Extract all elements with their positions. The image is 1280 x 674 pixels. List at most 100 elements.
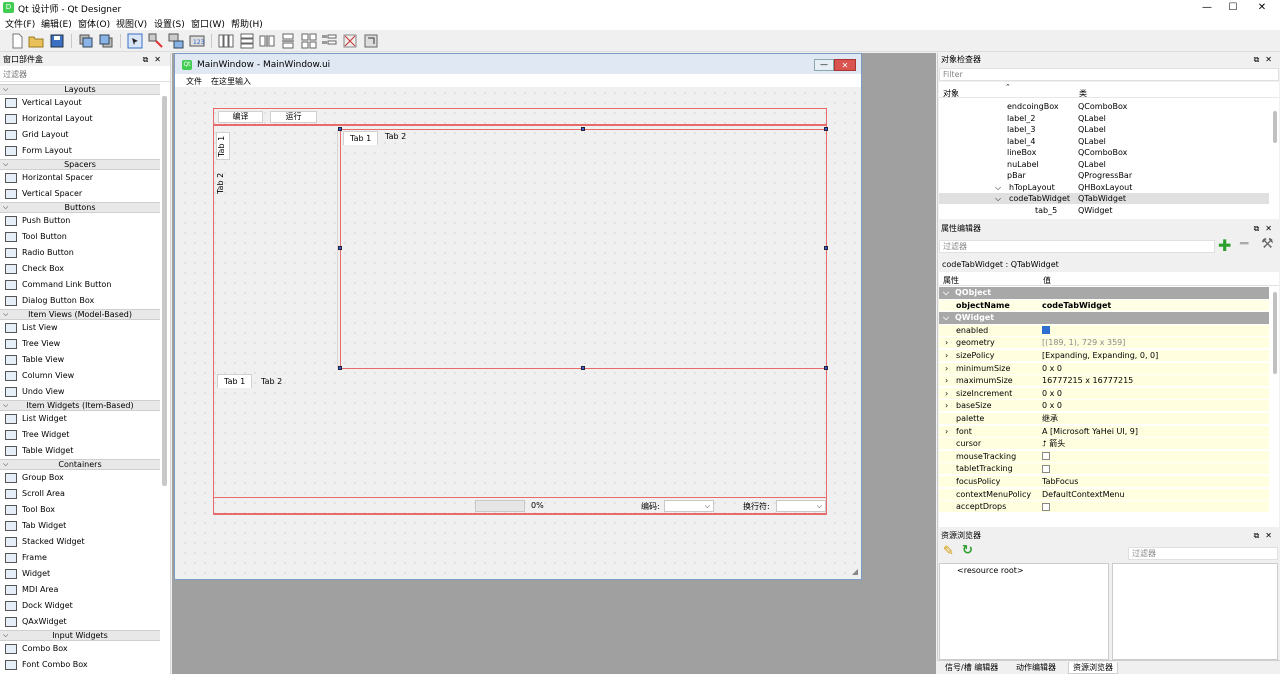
object-tree-row[interactable]: lineBox QComboBox bbox=[939, 147, 1269, 158]
code-tab-1[interactable]: Tab 1 bbox=[343, 131, 379, 145]
run-button[interactable]: 运行 bbox=[270, 111, 317, 123]
widget-item[interactable]: Combo Box bbox=[0, 641, 160, 657]
menu-form[interactable]: 窗体(O) bbox=[78, 17, 110, 30]
expand-arrow-icon[interactable]: › bbox=[945, 400, 948, 412]
property-row[interactable]: focusPolicy TabFocus bbox=[939, 476, 1269, 488]
widget-item[interactable]: Table Widget bbox=[0, 443, 160, 459]
widget-category[interactable]: ⌵ Spacers bbox=[0, 159, 160, 170]
property-value[interactable]: 0 x 0 bbox=[1042, 400, 1062, 412]
widget-item[interactable]: Dialog Button Box bbox=[0, 293, 160, 309]
property-checkbox[interactable] bbox=[1042, 452, 1050, 461]
resource-root-item[interactable]: <resource root> bbox=[957, 566, 1024, 575]
property-value[interactable]: 继承 bbox=[1042, 413, 1058, 425]
property-value[interactable]: 16777215 x 16777215 bbox=[1042, 375, 1133, 387]
object-filter-input[interactable]: Filter bbox=[939, 68, 1279, 81]
widget-item[interactable]: Undo View bbox=[0, 384, 160, 400]
dock-float-close-icons[interactable]: ⧉✕ bbox=[1254, 529, 1278, 542]
resource-filter-input[interactable]: 过滤器 bbox=[1128, 547, 1278, 560]
object-tree-row[interactable]: endcoingBox QComboBox bbox=[939, 101, 1269, 112]
object-tree-row[interactable]: label_4 QLabel bbox=[939, 136, 1269, 147]
property-row[interactable]: cursor ⮥ 箭头 bbox=[939, 438, 1269, 451]
widget-category[interactable]: ⌵ Layouts bbox=[0, 84, 160, 95]
property-row[interactable]: › minimumSize 0 x 0 bbox=[939, 362, 1269, 375]
property-value[interactable] bbox=[1042, 325, 1050, 337]
widget-box-scrollbar[interactable] bbox=[162, 96, 167, 486]
dock-float-close-icons[interactable]: ⧉✕ bbox=[143, 53, 167, 66]
property-checkbox[interactable] bbox=[1042, 326, 1050, 335]
widget-item[interactable]: Vertical Spacer bbox=[0, 186, 160, 202]
expand-arrow-icon[interactable]: › bbox=[945, 388, 948, 400]
open-folder-icon[interactable] bbox=[28, 33, 44, 49]
property-row[interactable]: › sizePolicy [Expanding, Expanding, 0, 0] bbox=[939, 350, 1269, 362]
widget-item[interactable]: Column View bbox=[0, 368, 160, 384]
property-row[interactable]: › geometry [(189, 1), 729 x 359] bbox=[939, 337, 1269, 350]
newline-combo[interactable]: ⌵ bbox=[776, 500, 826, 512]
add-dynamic-property-icon[interactable]: ✚ bbox=[1218, 236, 1231, 255]
bring-to-front-icon[interactable] bbox=[78, 33, 94, 49]
compile-button[interactable]: 编译 bbox=[218, 111, 263, 123]
form-canvas[interactable]: 编译 运行 Tab 1 Tab 2 Tab 1 Tab 2 Tab 1 Tab … bbox=[180, 88, 856, 576]
configure-wrench-icon[interactable]: ⚒ bbox=[1261, 236, 1274, 252]
object-tree-row[interactable]: pBar QProgressBar bbox=[939, 170, 1269, 181]
property-row[interactable]: mouseTracking bbox=[939, 450, 1269, 463]
property-value[interactable]: DefaultContextMenu bbox=[1042, 489, 1125, 501]
widget-item[interactable]: QAxWidget bbox=[0, 614, 160, 630]
side-tab-1[interactable]: Tab 1 bbox=[216, 132, 230, 160]
widget-item[interactable]: Tree Widget bbox=[0, 427, 160, 443]
code-tab-2[interactable]: Tab 2 bbox=[379, 130, 412, 144]
layout-horizontal-icon[interactable] bbox=[218, 33, 234, 49]
object-tree-row[interactable]: ⌵ codeTabWidget QTabWidget bbox=[939, 193, 1269, 204]
resize-handle[interactable] bbox=[581, 127, 585, 131]
form-minimize-button[interactable]: — bbox=[814, 59, 834, 71]
form-window[interactable]: Qt MainWindow - MainWindow.ui — ✕ 文件 在这里… bbox=[174, 53, 862, 580]
property-row[interactable]: › font A [Microsoft YaHei UI, 9] bbox=[939, 425, 1269, 438]
property-value[interactable]: 0 x 0 bbox=[1042, 363, 1062, 375]
resize-handle[interactable] bbox=[824, 127, 828, 131]
property-group-qwidget[interactable]: ⌵ QWidget bbox=[939, 312, 1269, 325]
expand-arrow-icon[interactable]: › bbox=[945, 375, 948, 387]
dock-float-close-icons[interactable]: ⧉✕ bbox=[1254, 53, 1278, 66]
output-tab-2[interactable]: Tab 2 bbox=[255, 375, 288, 389]
widget-item[interactable]: Check Box bbox=[0, 261, 160, 277]
widget-item[interactable]: Font Combo Box bbox=[0, 657, 160, 673]
widget-filter-input[interactable] bbox=[0, 67, 170, 82]
edit-resources-pencil-icon[interactable]: ✎ bbox=[943, 544, 954, 559]
property-checkbox[interactable] bbox=[1042, 464, 1050, 473]
property-value[interactable]: TabFocus bbox=[1042, 476, 1078, 488]
code-tab-widget-selection[interactable] bbox=[340, 129, 827, 369]
action-editor-tab[interactable]: 动作编辑器 bbox=[1012, 662, 1060, 673]
layout-form-icon[interactable] bbox=[321, 33, 337, 49]
widget-item[interactable]: Tab Widget bbox=[0, 518, 160, 534]
resize-handle[interactable] bbox=[824, 366, 828, 370]
expand-arrow-icon[interactable]: › bbox=[945, 337, 948, 349]
layout-horizontal-splitter-icon[interactable] bbox=[259, 33, 275, 49]
break-layout-icon[interactable] bbox=[342, 33, 358, 49]
widget-item[interactable]: Group Box bbox=[0, 470, 160, 486]
widget-item[interactable]: Vertical Layout bbox=[0, 95, 160, 111]
property-row[interactable]: contextMenuPolicy DefaultContextMenu bbox=[939, 488, 1269, 501]
widget-item[interactable]: Form Layout bbox=[0, 143, 160, 159]
property-row[interactable]: tabletTracking bbox=[939, 463, 1269, 476]
property-value[interactable] bbox=[1042, 501, 1050, 513]
output-tab-1[interactable]: Tab 1 bbox=[217, 374, 253, 388]
object-tree-row[interactable]: nuLabel QLabel bbox=[939, 159, 1269, 170]
widget-category[interactable]: ⌵ Item Views (Model-Based) bbox=[0, 309, 160, 320]
widget-item[interactable]: Push Button bbox=[0, 213, 160, 229]
edit-widgets-icon[interactable] bbox=[127, 33, 143, 49]
property-group-qobject[interactable]: ⌵ QObject bbox=[939, 287, 1269, 299]
widget-item[interactable]: Tool Button bbox=[0, 229, 160, 245]
property-row[interactable]: › maximumSize 16777215 x 16777215 bbox=[939, 375, 1269, 388]
form-close-button[interactable]: ✕ bbox=[834, 59, 856, 71]
resize-handle[interactable] bbox=[338, 246, 342, 250]
expand-arrow-icon[interactable]: ⌵ bbox=[995, 193, 1001, 204]
resize-handle[interactable] bbox=[824, 246, 828, 250]
property-row[interactable]: acceptDrops bbox=[939, 501, 1269, 514]
expand-arrow-icon[interactable]: › bbox=[945, 426, 948, 438]
property-row[interactable]: palette 继承 bbox=[939, 413, 1269, 425]
menu-settings[interactable]: 设置(S) bbox=[154, 17, 185, 30]
send-to-back-icon[interactable] bbox=[98, 33, 114, 49]
property-value[interactable]: [(189, 1), 729 x 359] bbox=[1042, 337, 1125, 349]
widget-category[interactable]: ⌵ Buttons bbox=[0, 202, 160, 213]
widget-category[interactable]: ⌵ Input Widgets bbox=[0, 630, 160, 641]
widget-item[interactable]: Command Link Button bbox=[0, 277, 160, 293]
